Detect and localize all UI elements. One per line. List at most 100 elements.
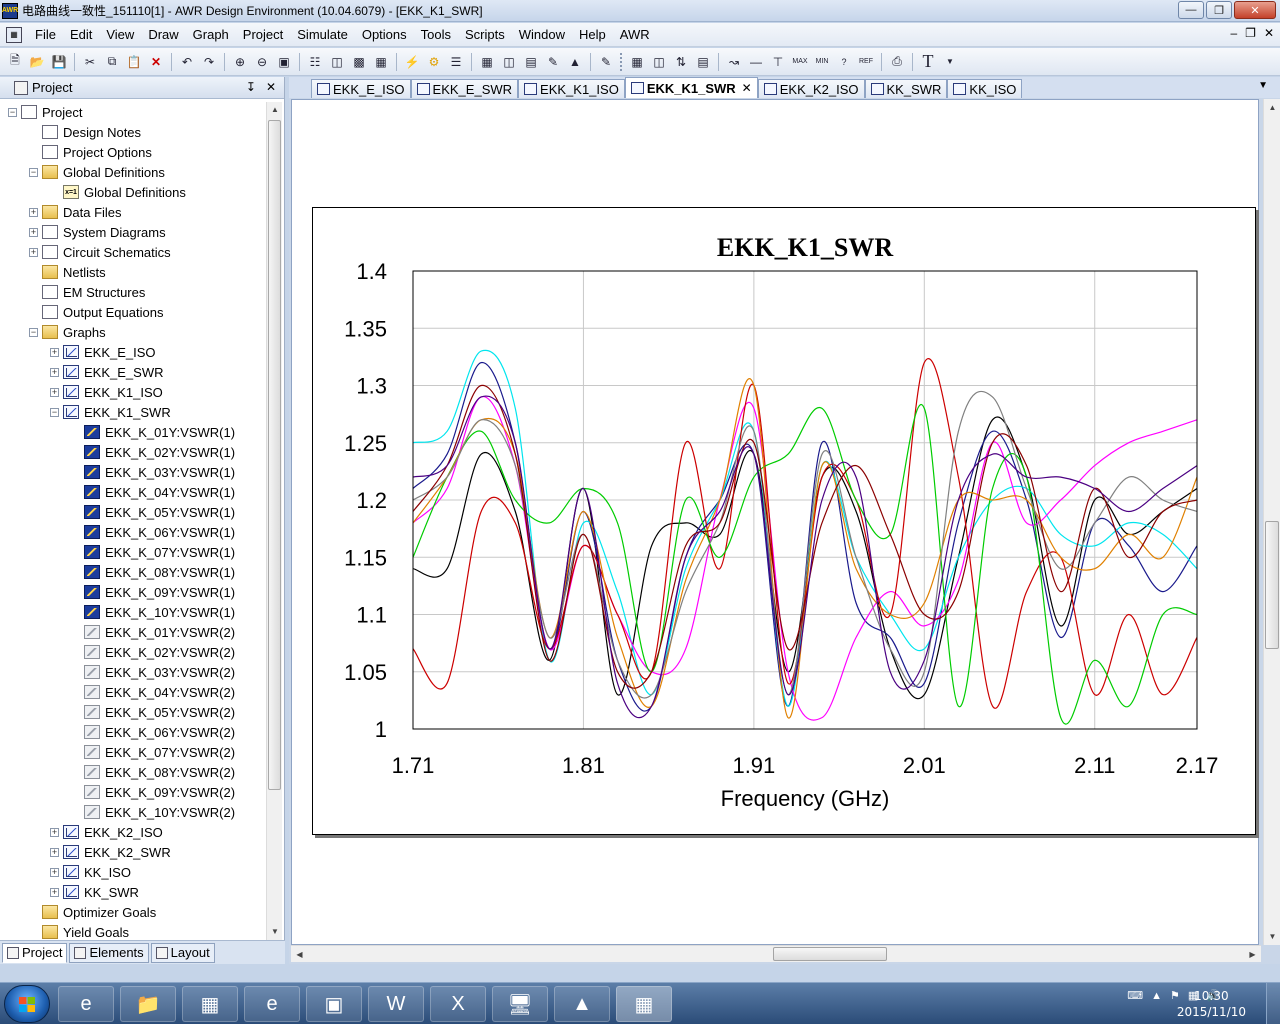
- tree-item[interactable]: − Project: [0, 102, 267, 122]
- minimize-button[interactable]: —: [1178, 1, 1204, 19]
- zoom-area-icon[interactable]: ⊕: [230, 52, 250, 72]
- tune-icon[interactable]: ⚙: [424, 52, 444, 72]
- scroll-up-arrow-icon[interactable]: ▲: [1264, 99, 1280, 116]
- scroll-right-arrow-icon[interactable]: ▶: [1244, 946, 1261, 963]
- taskbar-clock[interactable]: 10:30 2015/11/10: [1177, 988, 1246, 1020]
- scroll-down-arrow-icon[interactable]: ▼: [1264, 928, 1280, 945]
- add-graph-icon[interactable]: ▦: [477, 52, 497, 72]
- tree-item[interactable]: Optimizer Goals: [0, 902, 267, 922]
- mdi-close-icon[interactable]: ✕: [1264, 26, 1274, 40]
- tree-item[interactable]: EKK_K_05Y:VSWR(2): [0, 702, 267, 722]
- collapse-icon[interactable]: −: [29, 327, 38, 337]
- start-button[interactable]: [4, 985, 50, 1023]
- tree-item[interactable]: EKK_K_06Y:VSWR(2): [0, 722, 267, 742]
- tree-item[interactable]: EKK_K_10Y:VSWR(2): [0, 802, 267, 822]
- menu-file[interactable]: File: [28, 24, 63, 46]
- expand-icon[interactable]: +: [50, 867, 59, 877]
- collapse-icon[interactable]: −: [8, 107, 17, 117]
- tune-tool-icon[interactable]: ☰: [446, 52, 466, 72]
- tree-item[interactable]: + KK_SWR: [0, 882, 267, 902]
- tree-item[interactable]: + EKK_K2_SWR: [0, 842, 267, 862]
- microwave-office-icon[interactable]: ▲: [554, 986, 610, 1022]
- scroll-thumb[interactable]: [1265, 521, 1279, 649]
- marker-icon[interactable]: ↝: [724, 52, 744, 72]
- swap-axes-icon[interactable]: ⇅: [671, 52, 691, 72]
- text-tool-icon[interactable]: T: [918, 51, 938, 72]
- tree-item[interactable]: Project Options: [0, 142, 267, 162]
- internet-explorer-2-icon[interactable]: e: [244, 986, 300, 1022]
- tree-item[interactable]: EKK_K_07Y:VSWR(1): [0, 542, 267, 562]
- scroll-thumb[interactable]: [268, 120, 281, 790]
- pin-icon[interactable]: ↧: [246, 80, 256, 94]
- app-grid-icon[interactable]: ▦: [182, 986, 238, 1022]
- graph-vertical-scrollbar[interactable]: ▲ ▼: [1263, 99, 1280, 945]
- expand-icon[interactable]: +: [50, 887, 59, 897]
- presentation-app-icon[interactable]: ▣: [306, 986, 362, 1022]
- network-app-icon[interactable]: 🖥: [492, 986, 548, 1022]
- graph-horizontal-scrollbar[interactable]: ◀ ▶: [291, 945, 1261, 962]
- expand-icon[interactable]: +: [29, 227, 38, 237]
- menu-tools[interactable]: Tools: [414, 24, 458, 46]
- menu-edit[interactable]: Edit: [63, 24, 99, 46]
- toolbar-grip[interactable]: [620, 52, 623, 71]
- internet-explorer-icon[interactable]: e: [58, 986, 114, 1022]
- tree-item[interactable]: EKK_K_07Y:VSWR(2): [0, 742, 267, 762]
- cut-icon[interactable]: ✂: [80, 52, 100, 72]
- tree-item[interactable]: Output Equations: [0, 302, 267, 322]
- open-project-icon[interactable]: 📂: [27, 52, 47, 72]
- document-system-menu-icon[interactable]: ▦: [6, 26, 22, 43]
- tree-item[interactable]: EKK_K_08Y:VSWR(2): [0, 762, 267, 782]
- tree-item[interactable]: + System Diagrams: [0, 222, 267, 242]
- tree-item[interactable]: Design Notes: [0, 122, 267, 142]
- output-equations-icon[interactable]: ▤: [521, 52, 541, 72]
- redo-icon[interactable]: ↷: [199, 52, 219, 72]
- optimize-icon[interactable]: ✎: [596, 52, 616, 72]
- system-diagram-icon[interactable]: ◫: [327, 52, 347, 72]
- graph-properties-icon[interactable]: ▦: [627, 52, 647, 72]
- document-tab[interactable]: EKK_K2_ISO: [757, 79, 865, 98]
- yield-icon[interactable]: ▲: [565, 52, 585, 72]
- tree-item[interactable]: + Circuit Schematics: [0, 242, 267, 262]
- tree-item[interactable]: Yield Goals: [0, 922, 267, 940]
- line-marker-icon[interactable]: —: [746, 52, 766, 72]
- tree-item[interactable]: + EKK_K1_ISO: [0, 382, 267, 402]
- scroll-down-arrow-icon[interactable]: ▼: [267, 924, 283, 940]
- graph-window[interactable]: EKK_K1_SWR 1.4 1.35 1.3 1.25 1.2 1.15 1.1 1.05 1…: [291, 99, 1259, 945]
- mdi-restore-icon[interactable]: ❐: [1245, 26, 1256, 40]
- file-explorer-icon[interactable]: 📁: [120, 986, 176, 1022]
- menu-view[interactable]: View: [99, 24, 141, 46]
- menu-options[interactable]: Options: [355, 24, 414, 46]
- tab-layout[interactable]: Layout: [150, 942, 215, 963]
- tab-elements[interactable]: Elements: [69, 942, 149, 963]
- scroll-left-arrow-icon[interactable]: ◀: [291, 946, 308, 963]
- tree-item[interactable]: EKK_K_09Y:VSWR(2): [0, 782, 267, 802]
- scroll-thumb[interactable]: [773, 947, 887, 961]
- zoom-out-icon[interactable]: ⊖: [252, 52, 272, 72]
- menu-window[interactable]: Window: [512, 24, 572, 46]
- expand-icon[interactable]: +: [50, 367, 59, 377]
- graph-frame[interactable]: EKK_K1_SWR 1.4 1.35 1.3 1.25 1.2 1.15 1.1 1.05 1…: [312, 207, 1256, 835]
- properties-icon[interactable]: ✎: [543, 52, 563, 72]
- awr-taskbar-icon[interactable]: ▦: [616, 986, 672, 1022]
- show-desktop-button[interactable]: [1266, 983, 1280, 1024]
- analyze-icon[interactable]: ⚡: [402, 52, 422, 72]
- expand-icon[interactable]: +: [50, 387, 59, 397]
- circuit-schematic-icon[interactable]: ☷: [305, 52, 325, 72]
- chart-svg[interactable]: EKK_K1_SWR 1.41.351.31.251.21.151.11.051…: [313, 208, 1257, 836]
- tabulate-icon[interactable]: ▤: [693, 52, 713, 72]
- print-icon[interactable]: ⎙: [887, 52, 907, 72]
- tree-item[interactable]: EM Structures: [0, 282, 267, 302]
- delete-icon[interactable]: ✕: [146, 52, 166, 72]
- new-project-icon[interactable]: 🗎: [5, 52, 25, 72]
- undo-icon[interactable]: ↶: [177, 52, 197, 72]
- restore-button[interactable]: ❐: [1206, 1, 1232, 19]
- word-icon[interactable]: W: [368, 986, 424, 1022]
- menu-awr[interactable]: AWR: [613, 24, 657, 46]
- mdi-minimize-icon[interactable]: –: [1230, 26, 1237, 40]
- toolbar-options-chevron-icon[interactable]: ▼: [940, 52, 960, 72]
- tree-item[interactable]: EKK_K_10Y:VSWR(1): [0, 602, 267, 622]
- collapse-icon[interactable]: −: [29, 167, 38, 177]
- close-pane-icon[interactable]: ✕: [266, 80, 276, 94]
- tree-item[interactable]: − EKK_K1_SWR: [0, 402, 267, 422]
- copy-icon[interactable]: ⧉: [102, 52, 122, 72]
